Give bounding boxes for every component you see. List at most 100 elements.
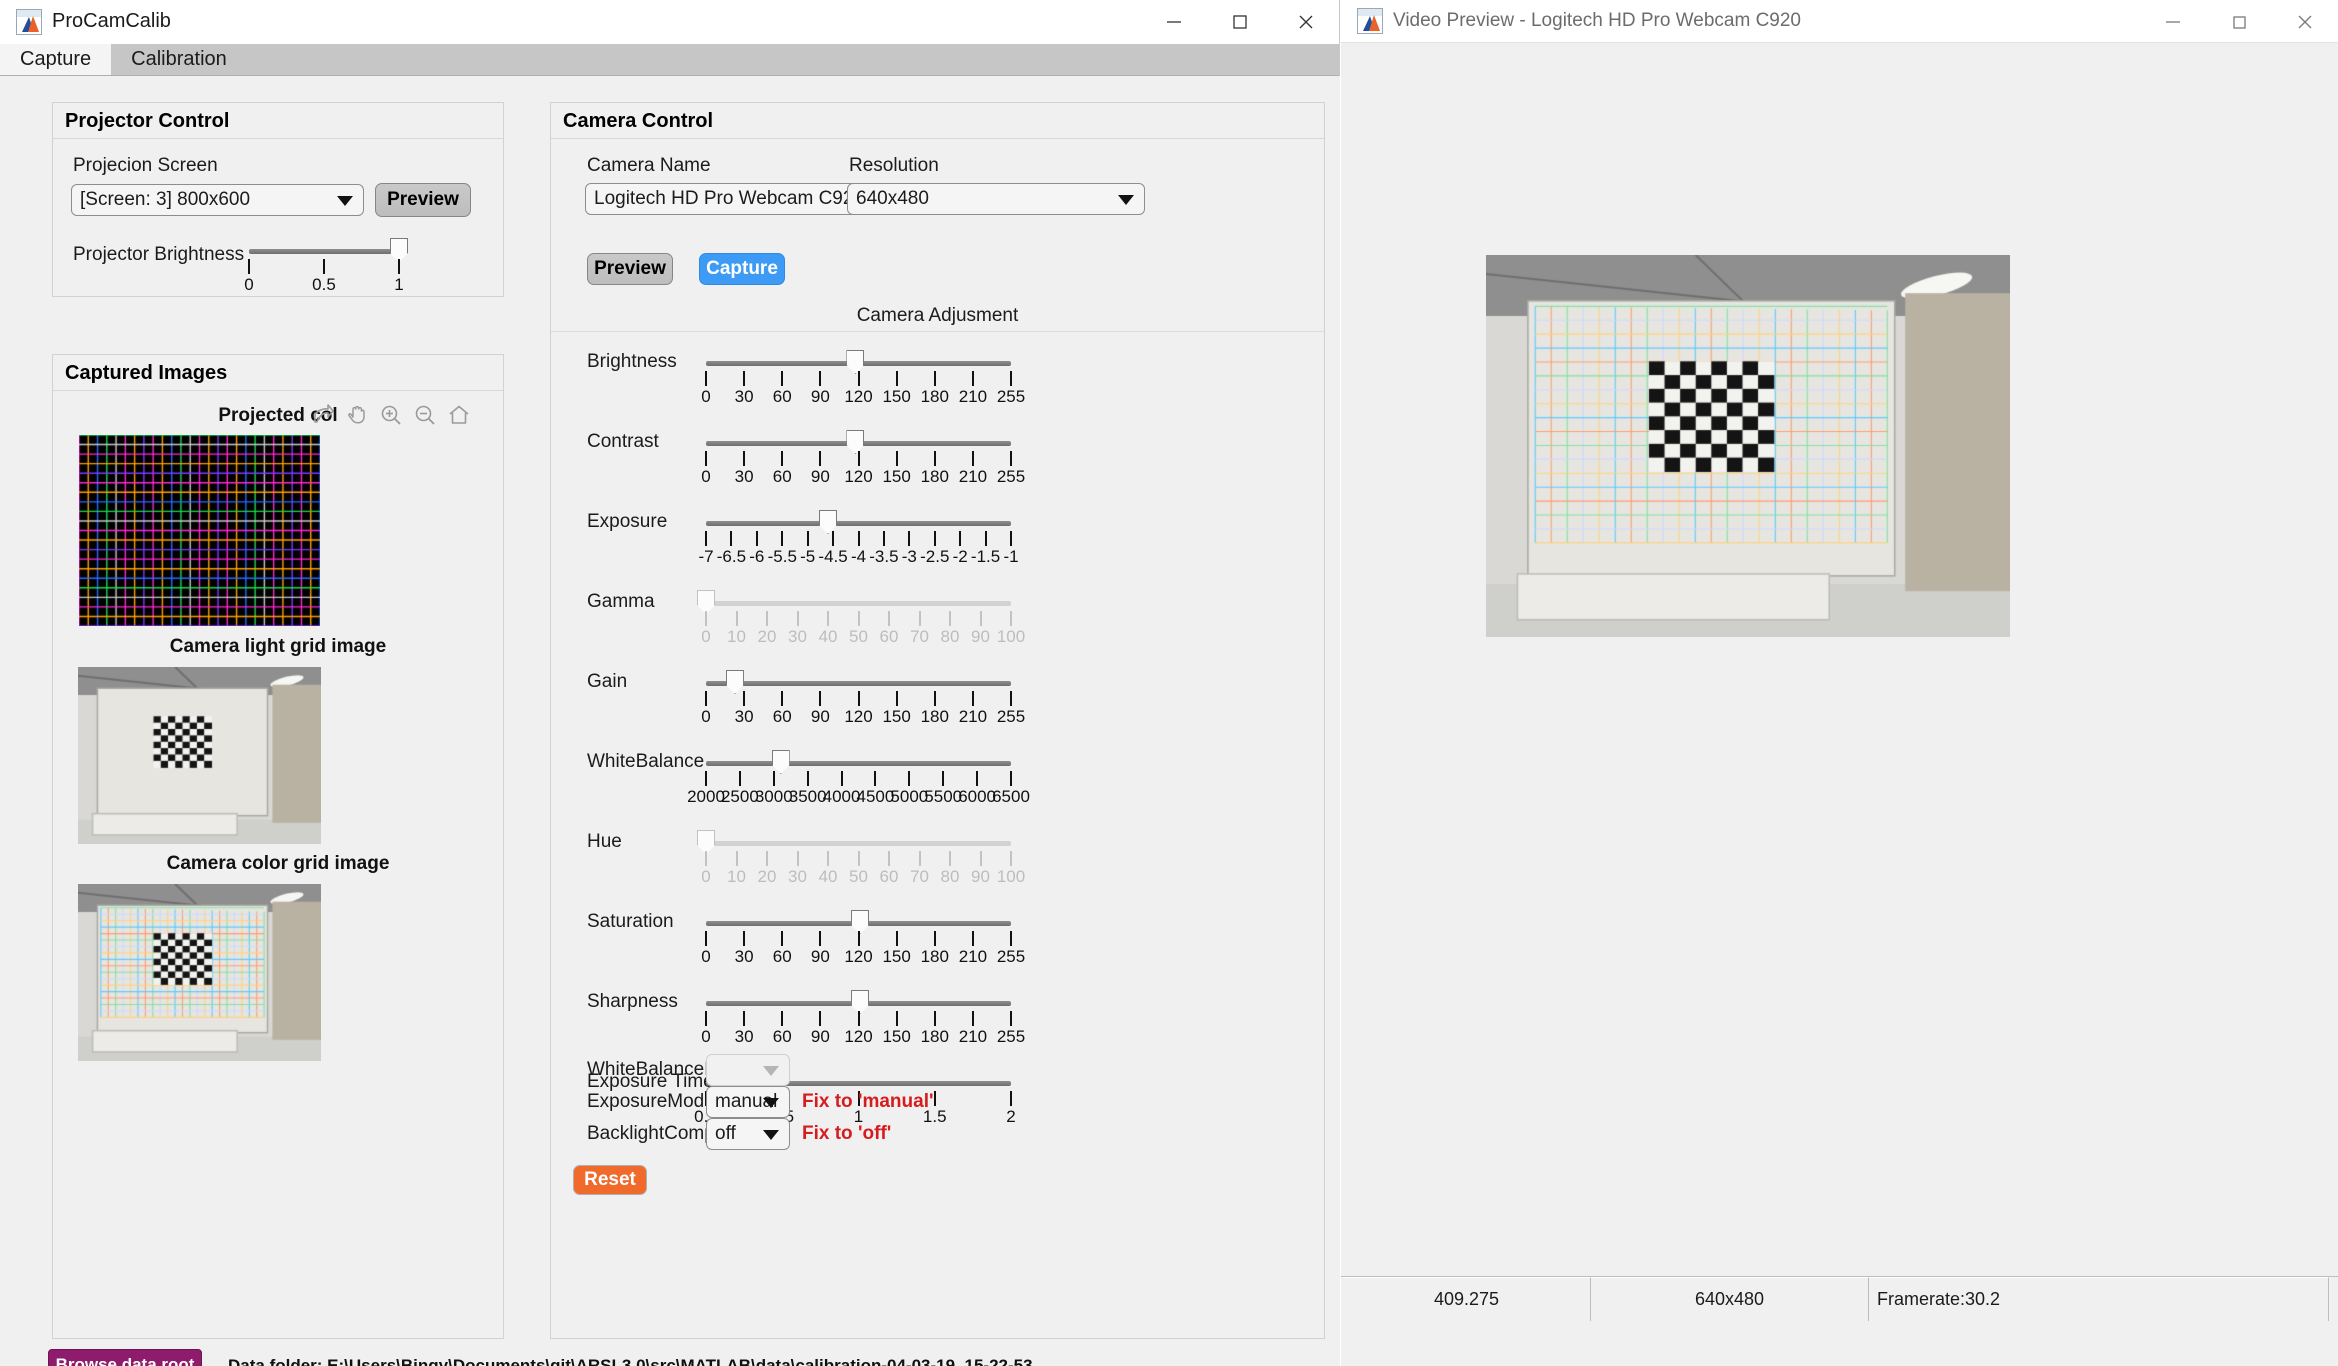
camera-capture-button[interactable]: Capture <box>699 253 785 285</box>
projector-preview-button[interactable]: Preview <box>375 183 471 217</box>
slider-tick <box>705 771 707 786</box>
tab-capture[interactable]: Capture <box>0 43 112 75</box>
slider-tick <box>705 451 707 466</box>
slider-track <box>249 249 399 254</box>
projector-control-panel: Projector Control Projecion Screen [Scre… <box>52 102 504 297</box>
slider-tick <box>705 1011 707 1026</box>
slider-track <box>706 601 1011 606</box>
right-titlebar: Video Preview - Logitech HD Pro Webcam C… <box>1341 0 2338 42</box>
slider-thumb[interactable] <box>846 350 865 374</box>
slider-tick-label: 90 <box>810 387 830 406</box>
slider-tick-label: 20 <box>757 627 777 646</box>
projector-control-body: Projecion Screen [Screen: 3] 800x600 Pre… <box>53 139 503 297</box>
slider-tick <box>1010 691 1012 706</box>
slider-track <box>706 761 1011 766</box>
slider-tick-label: 6000 <box>958 787 997 806</box>
slider-tick <box>857 371 860 386</box>
slider-tick <box>705 931 707 946</box>
slider-tick <box>781 451 784 466</box>
slider-tick-label: 30 <box>788 627 807 646</box>
close-icon[interactable] <box>1273 0 1339 44</box>
browse-data-root-button[interactable]: Browse data root <box>48 1349 202 1366</box>
resolution-label: Resolution <box>849 155 939 176</box>
slider-thumb[interactable] <box>851 990 870 1014</box>
slider-tick <box>908 771 911 786</box>
slider-tick-label: -7 <box>698 547 714 566</box>
slider-tick <box>398 259 400 274</box>
slider-tick <box>895 1011 898 1026</box>
slider-tick <box>857 1011 860 1026</box>
maximize-icon[interactable] <box>1207 0 1273 44</box>
slider-tick <box>705 691 707 706</box>
slider-tick <box>857 851 860 866</box>
slider-tick-label: 210 <box>958 947 988 966</box>
slider-tick-label: 100 <box>996 627 1026 646</box>
slider-label: Saturation <box>587 911 674 932</box>
projection-screen-dropdown[interactable]: [Screen: 3] 800x600 <box>71 184 364 216</box>
slider-tick-label: 60 <box>772 1027 792 1046</box>
slider-label: Gamma <box>587 591 655 612</box>
slider-tick-label: -1 <box>1003 547 1019 566</box>
slider-tick-label: 180 <box>920 707 949 726</box>
slider-tick-label: 70 <box>910 627 929 646</box>
slider-tick-label: 255 <box>996 707 1026 726</box>
slider-tick <box>1010 611 1012 626</box>
slider-tick <box>857 451 860 466</box>
zoom-in-icon[interactable] <box>379 403 403 427</box>
dropdown-backlightcompensation[interactable]: off <box>706 1118 790 1150</box>
slider-thumb[interactable] <box>819 510 837 534</box>
slider-tick <box>976 771 979 786</box>
slider-tick <box>895 371 898 386</box>
minimize-icon[interactable] <box>1141 0 1207 44</box>
camera-light-grid-image[interactable] <box>78 667 321 844</box>
resolution-dropdown[interactable]: 640x480 <box>847 183 1145 215</box>
slider-tick-label: -2.5 <box>920 547 950 566</box>
slider-tick-label: 10 <box>727 867 746 886</box>
minimize-icon[interactable] <box>2140 0 2206 44</box>
slider-tick <box>806 771 809 786</box>
slider-tick-label: 90 <box>810 1027 830 1046</box>
tab-calibration[interactable]: Calibration <box>111 43 247 75</box>
slider-tick <box>705 611 707 626</box>
slider-tick <box>933 531 936 546</box>
zoom-out-icon[interactable] <box>413 403 437 427</box>
slider-tick-label: 60 <box>772 707 792 726</box>
slider-tick <box>743 931 746 946</box>
matlab-icon <box>16 8 42 35</box>
projected-color-grid-image[interactable] <box>79 435 320 626</box>
camera-preview-button[interactable]: Preview <box>587 253 673 285</box>
slider-tick-label: 180 <box>920 387 949 406</box>
slider-thumb[interactable] <box>725 670 744 694</box>
slider-tick <box>888 851 890 866</box>
slider-tick-label: 80 <box>940 627 960 646</box>
slider-tick <box>857 691 860 706</box>
slider-tick-label: 80 <box>940 867 960 886</box>
export-icon[interactable] <box>311 403 335 427</box>
close-icon[interactable] <box>2272 0 2338 44</box>
home-icon[interactable] <box>447 403 471 427</box>
slider-tick-label: 40 <box>818 627 838 646</box>
chevron-down-icon <box>763 1066 779 1076</box>
right-window-controls <box>2140 0 2338 44</box>
slider-thumb[interactable] <box>851 910 870 934</box>
slider-tick <box>1010 1091 1012 1106</box>
slider-tick <box>857 611 860 626</box>
status-resolution: 640x480 <box>1591 1277 1869 1321</box>
pan-icon[interactable] <box>345 403 369 427</box>
camera-adjustment-title: Camera Adjusment <box>856 305 1019 326</box>
slider-tick <box>832 531 835 546</box>
slider-thumb[interactable] <box>846 430 865 454</box>
dropdown-whitebalancemode[interactable] <box>706 1054 790 1086</box>
slider-tick <box>895 691 898 706</box>
slider-tick-label: 1 <box>394 275 404 294</box>
slider-tick <box>1010 1011 1012 1026</box>
camera-color-grid-image[interactable] <box>78 884 321 1061</box>
maximize-icon[interactable] <box>2206 0 2272 44</box>
slider-tick <box>796 851 799 866</box>
slider-tick <box>1010 771 1012 786</box>
slider-label: Hue <box>587 831 622 852</box>
dropdown-exposuremode[interactable]: manual <box>706 1086 790 1118</box>
reset-button[interactable]: Reset <box>573 1165 647 1195</box>
divider <box>551 331 1324 332</box>
slider-tick <box>735 611 738 626</box>
